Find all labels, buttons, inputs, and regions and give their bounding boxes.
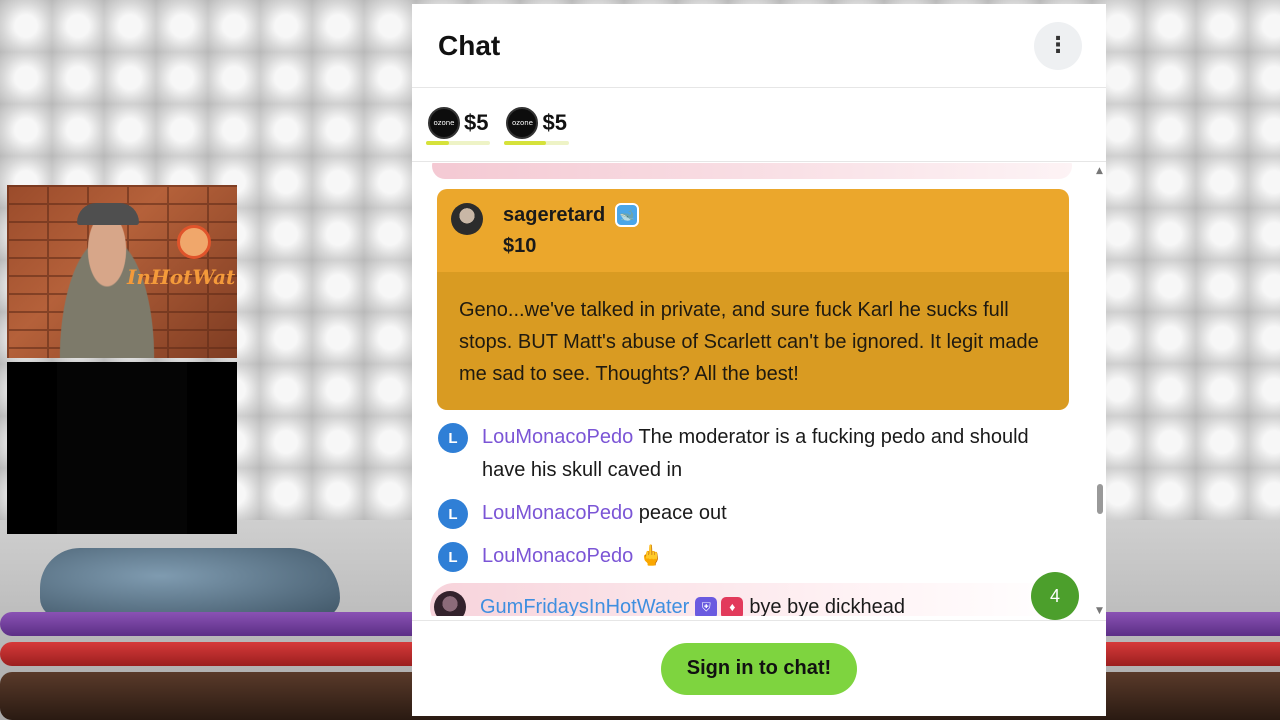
- chat-messages[interactable]: sagere­tard 🐋 $10 Geno...we've talked in…: [412, 163, 1106, 616]
- chat-footer: Sign in to chat!: [412, 620, 1106, 716]
- tipper-avatar-icon: ozone: [506, 106, 539, 139]
- tip-amount: $5: [464, 109, 489, 135]
- message-username[interactable]: GumFridaysInHotWater: [480, 596, 689, 616]
- channel-logo-text: InHotWat: [127, 265, 236, 289]
- message-content: LouMonacoPedo The moderator is a fucking…: [482, 421, 1046, 487]
- chat-header: Chat ⋮: [412, 4, 1106, 88]
- tip-progress-bar: [504, 140, 569, 145]
- scrollbar-thumb[interactable]: [1097, 484, 1103, 514]
- chat-title: Chat: [438, 29, 501, 61]
- chat-message: GumFridaysInHotWater ⛨ ♦ bye bye dickhead: [434, 591, 1046, 616]
- sign-in-button[interactable]: Sign in to chat!: [661, 642, 857, 695]
- donation-username[interactable]: sagere­tard: [503, 204, 605, 227]
- donation-header: sagere­tard 🐋 $10: [437, 189, 1069, 272]
- moderator-shield-icon: ⛨: [695, 596, 718, 616]
- message-emoji: 🖕: [638, 545, 664, 567]
- chat-scrollbar[interactable]: ▲ ▼: [1096, 166, 1104, 616]
- avatar[interactable]: L: [438, 542, 468, 572]
- message-content: LouMonacoPedo peace out: [482, 497, 727, 530]
- chat-message: L LouMonacoPedo The moderator is a fucki…: [438, 421, 1046, 487]
- video-placeholder-inner: [57, 362, 187, 534]
- chat-message: L LouMonacoPedo peace out: [438, 497, 1046, 530]
- donation-text: Geno...we've talked in private, and sure…: [437, 272, 1069, 410]
- message-content: GumFridaysInHotWater ⛨ ♦ bye bye dickhead: [480, 591, 905, 616]
- tip-pill[interactable]: ozone $5: [504, 105, 569, 145]
- tips-bar: ozone $5 ozone $5: [412, 88, 1106, 162]
- channel-logo-face: [177, 225, 211, 259]
- message-username[interactable]: LouMonacoPedo: [482, 545, 633, 567]
- new-messages-button[interactable]: 4: [1031, 572, 1079, 620]
- donation-amount: $10: [503, 235, 537, 257]
- tipper-avatar-icon: ozone: [428, 106, 460, 139]
- subscriber-gem-icon: ♦: [721, 596, 744, 616]
- message-username[interactable]: LouMonacoPedo: [482, 502, 633, 524]
- message-text: bye bye dickhead: [749, 596, 905, 616]
- tip-amount: $5: [542, 109, 567, 135]
- video-placeholder: [7, 362, 237, 534]
- whale-icon: 🐋: [615, 203, 640, 227]
- message-text: peace out: [638, 502, 727, 524]
- avatar[interactable]: [451, 203, 483, 235]
- tip-progress-bar: [426, 140, 491, 145]
- chat-panel: Chat ⋮ ozone $5 ozone $5 sagere­tard 🐋: [412, 4, 1106, 716]
- scroll-down-icon[interactable]: ▼: [1096, 606, 1103, 616]
- webcam-feed: InHotWat: [7, 185, 237, 358]
- avatar[interactable]: L: [438, 499, 468, 529]
- stream-prop-phone: [40, 548, 340, 618]
- message-username[interactable]: LouMonacoPedo: [482, 426, 633, 448]
- tip-pill[interactable]: ozone $5: [426, 105, 491, 145]
- previous-message-edge: [432, 163, 1072, 179]
- chat-message: L LouMonacoPedo 🖕: [438, 540, 1046, 573]
- avatar[interactable]: L: [438, 423, 468, 453]
- avatar[interactable]: [434, 591, 466, 616]
- more-vertical-icon[interactable]: ⋮: [1034, 21, 1082, 70]
- streamer-cap: [77, 203, 139, 225]
- scroll-up-icon[interactable]: ▲: [1096, 166, 1103, 176]
- message-content: LouMonacoPedo 🖕: [482, 540, 664, 573]
- donation-message: sagere­tard 🐋 $10 Geno...we've talked in…: [437, 189, 1069, 410]
